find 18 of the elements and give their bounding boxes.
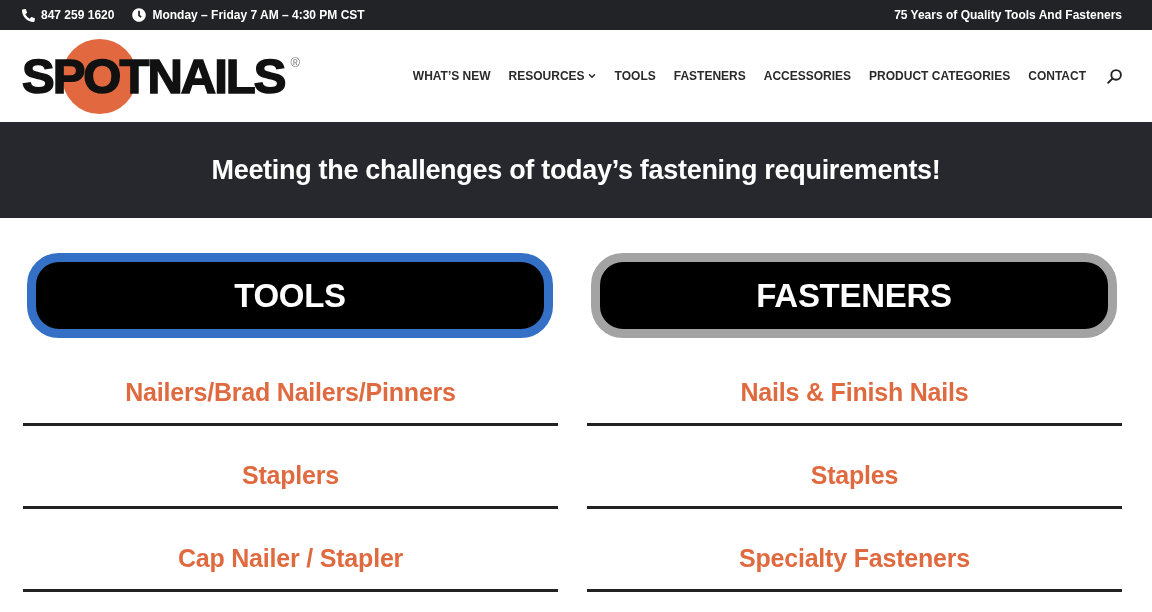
category-button[interactable]: TOOLS xyxy=(27,253,553,338)
business-hours: Monday – Friday 7 AM – 4:30 PM CST xyxy=(152,8,365,22)
nav-link[interactable]: WHAT’S NEW xyxy=(412,69,491,83)
phone-number: 847 259 1620 xyxy=(41,8,115,22)
nav-link[interactable]: RESOURCES xyxy=(508,69,597,83)
search-button[interactable] xyxy=(1107,68,1122,84)
nav-link[interactable]: CONTACT xyxy=(1028,69,1086,83)
nav-link[interactable]: TOOLS xyxy=(614,69,656,83)
tagline: 75 Years of Quality Tools And Fasteners xyxy=(894,8,1122,22)
phone-icon xyxy=(22,8,35,22)
category-button[interactable]: FASTENERS xyxy=(591,253,1117,338)
search-icon xyxy=(1107,68,1122,84)
clock-icon xyxy=(132,8,147,22)
banner-heading: Meeting the challenges of today’s fastening requirements! xyxy=(211,154,941,186)
nav-link[interactable]: ACCESSORIES xyxy=(763,69,852,83)
nav-link[interactable]: FASTENERS xyxy=(673,69,746,83)
chevron-down-icon xyxy=(586,71,597,81)
nav-link[interactable]: PRODUCT CATEGORIES xyxy=(869,69,1011,83)
